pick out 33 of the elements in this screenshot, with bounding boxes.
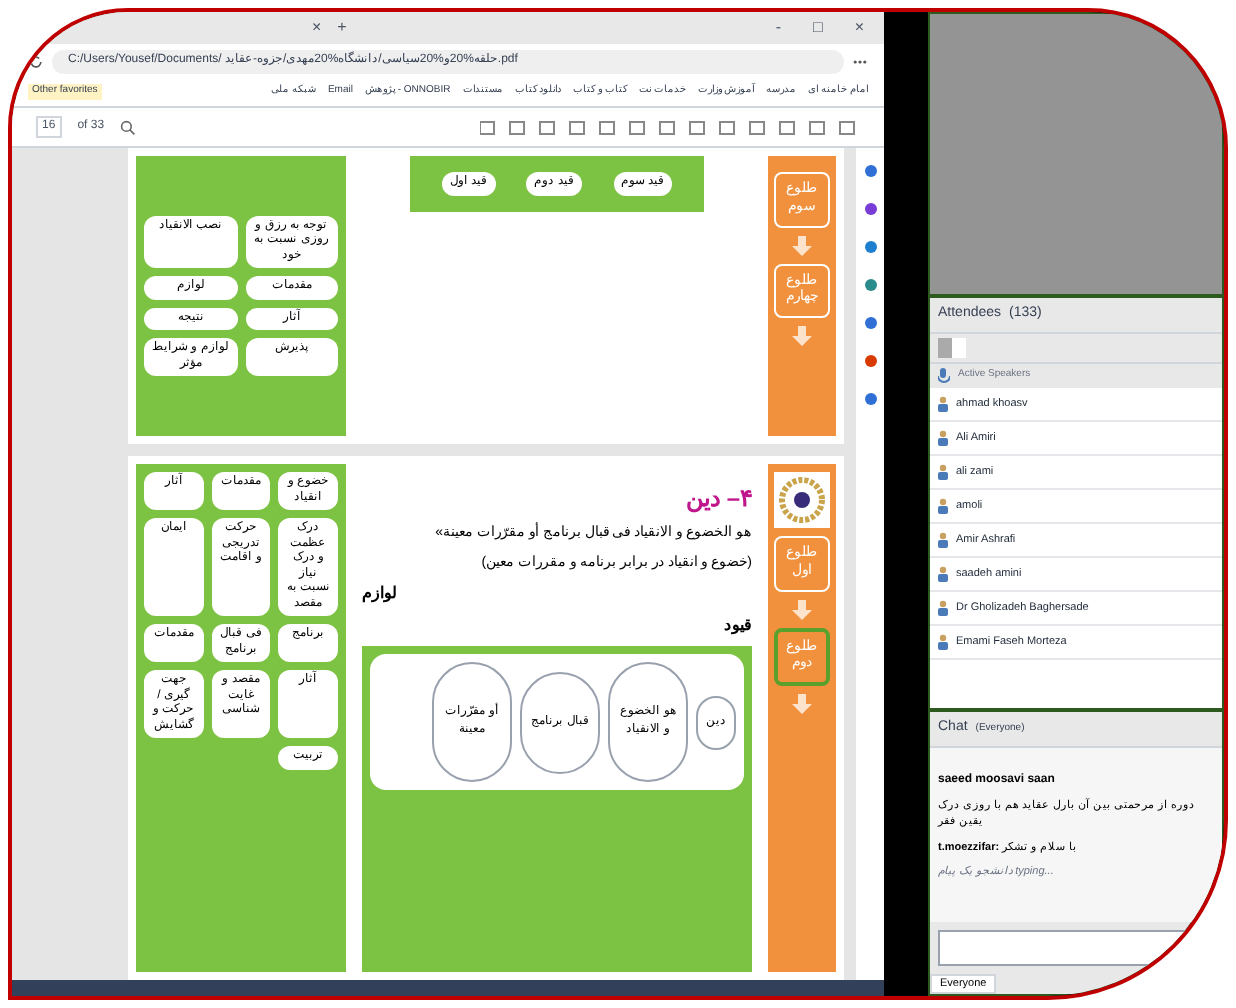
new-tab-button[interactable]: +	[337, 16, 347, 40]
person-icon	[938, 396, 948, 412]
arrow-down-icon	[792, 694, 812, 714]
subheading: لوازم	[362, 582, 396, 606]
arrow-down-icon	[792, 235, 812, 255]
minimize-button[interactable]: -	[771, 16, 785, 40]
app-icon[interactable]	[863, 202, 877, 216]
person-icon	[938, 566, 948, 582]
person-icon	[938, 600, 948, 616]
microphone-icon	[938, 368, 950, 384]
person-icon	[938, 532, 948, 548]
pdf-tools-drawing[interactable]	[480, 119, 860, 135]
person-icon	[938, 634, 948, 650]
section-heading: ۴– دین	[685, 482, 752, 516]
arrow-down-icon	[792, 326, 812, 346]
search-icon[interactable]	[120, 119, 137, 135]
close-button[interactable]: ×	[850, 16, 868, 40]
app-icon[interactable]	[863, 354, 877, 368]
view-toggle-icon[interactable]	[938, 338, 966, 358]
app-icon[interactable]	[863, 240, 877, 254]
person-icon	[938, 464, 948, 480]
person-icon	[938, 430, 948, 446]
emblem-icon	[774, 472, 830, 528]
tab-close-button[interactable]: ×	[312, 16, 322, 40]
app-icon[interactable]	[863, 164, 877, 178]
subheading: قیود	[724, 614, 752, 638]
arrow-down-icon	[792, 599, 812, 619]
reload-icon[interactable]	[28, 53, 44, 69]
person-icon	[938, 498, 948, 514]
app-icon[interactable]	[863, 316, 877, 330]
app-icon[interactable]	[863, 392, 877, 406]
maximize-button[interactable]: □	[808, 16, 827, 40]
app-icon[interactable]	[863, 278, 877, 292]
